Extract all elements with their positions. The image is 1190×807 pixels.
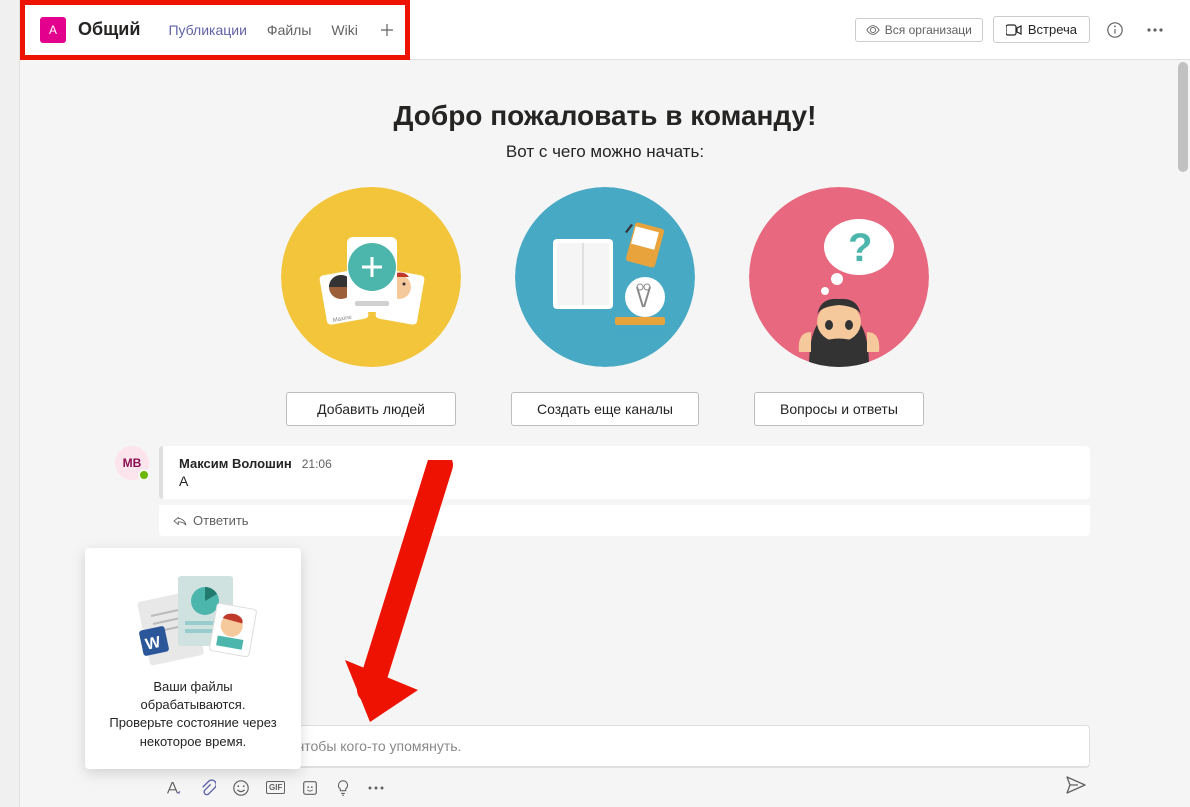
eye-icon bbox=[866, 23, 880, 37]
gif-button[interactable]: GIF bbox=[266, 781, 285, 794]
create-channels-button[interactable]: Создать еще каналы bbox=[511, 392, 699, 426]
scrollbar-thumb[interactable] bbox=[1178, 62, 1188, 172]
attach-button[interactable] bbox=[198, 779, 216, 797]
welcome-card-add-people: Maxine Добавить людей bbox=[281, 187, 461, 426]
welcome-section: Добро пожаловать в команду! Вот с чего м… bbox=[20, 60, 1190, 426]
message-author: Максим Волошин bbox=[179, 456, 292, 471]
emoji-button[interactable] bbox=[232, 779, 250, 797]
more-options-button[interactable] bbox=[1140, 15, 1170, 45]
tabs: Публикации Файлы Wiki bbox=[158, 0, 401, 59]
popup-text: Ваши файлы обрабатываются. Проверьте сос… bbox=[103, 678, 283, 751]
paperclip-icon bbox=[198, 779, 216, 797]
reply-label: Ответить bbox=[193, 513, 249, 528]
tab-files[interactable]: Файлы bbox=[257, 0, 321, 60]
welcome-card-faq: ? Вопросы и ответы bbox=[749, 187, 929, 426]
org-visibility-button[interactable]: Вся организаци bbox=[855, 18, 983, 42]
welcome-cards-row: Maxine Добавить людей bbox=[20, 187, 1190, 426]
tab-posts[interactable]: Публикации bbox=[158, 0, 256, 60]
message-row: МВ Максим Волошин 21:06 A bbox=[115, 446, 1090, 499]
avatar-initials: МВ bbox=[123, 456, 142, 470]
lightbulb-icon bbox=[335, 779, 351, 797]
files-illustration-icon: W bbox=[123, 566, 263, 666]
message-thread: МВ Максим Волошин 21:06 A Ответить bbox=[115, 446, 1090, 536]
left-sidebar-stub bbox=[0, 0, 20, 807]
emoji-icon bbox=[232, 779, 250, 797]
message-text: A bbox=[179, 473, 1074, 489]
presence-available-icon bbox=[138, 469, 150, 481]
faq-illustration: ? bbox=[749, 187, 929, 367]
reply-button[interactable]: Ответить bbox=[159, 505, 1090, 536]
add-people-illustration: Maxine bbox=[281, 187, 461, 367]
reply-icon bbox=[173, 515, 187, 527]
meet-button-label: Встреча bbox=[1028, 22, 1077, 37]
team-avatar[interactable]: A bbox=[40, 17, 66, 43]
message-body[interactable]: Максим Волошин 21:06 A bbox=[159, 446, 1090, 499]
svg-text:?: ? bbox=[848, 226, 872, 270]
send-icon bbox=[1066, 776, 1086, 794]
files-processing-popup: W Ваши файлы обрабатываются. Проверьте с… bbox=[85, 548, 301, 769]
message-avatar[interactable]: МВ bbox=[115, 446, 149, 480]
add-tab-button[interactable] bbox=[372, 15, 402, 45]
more-icon bbox=[367, 786, 385, 790]
format-icon bbox=[164, 779, 182, 797]
format-button[interactable] bbox=[164, 779, 182, 797]
send-button[interactable] bbox=[1066, 776, 1086, 799]
org-visibility-label: Вся организаци bbox=[885, 23, 972, 37]
welcome-card-create-channels: Создать еще каналы bbox=[511, 187, 699, 426]
plus-icon bbox=[380, 23, 394, 37]
channel-name: Общий bbox=[78, 19, 140, 40]
info-button[interactable] bbox=[1100, 15, 1130, 45]
more-compose-button[interactable] bbox=[367, 786, 385, 790]
gif-icon: GIF bbox=[266, 781, 285, 794]
tab-wiki[interactable]: Wiki bbox=[321, 0, 367, 60]
info-icon bbox=[1106, 21, 1124, 39]
welcome-title: Добро пожаловать в команду! bbox=[20, 100, 1190, 132]
sticker-icon bbox=[301, 779, 319, 797]
sticker-button[interactable] bbox=[301, 779, 319, 797]
compose-toolbar: GIF bbox=[160, 768, 1090, 799]
faq-button[interactable]: Вопросы и ответы bbox=[754, 392, 924, 426]
welcome-subtitle: Вот с чего можно начать: bbox=[20, 142, 1190, 162]
create-channels-illustration bbox=[515, 187, 695, 367]
add-people-button[interactable]: Добавить людей bbox=[286, 392, 456, 426]
video-icon bbox=[1006, 24, 1022, 36]
channel-header: A Общий Публикации Файлы Wiki Вся органи… bbox=[20, 0, 1190, 60]
message-time: 21:06 bbox=[302, 457, 332, 471]
praise-button[interactable] bbox=[335, 779, 351, 797]
meet-button[interactable]: Встреча bbox=[993, 16, 1090, 43]
more-icon bbox=[1146, 28, 1164, 32]
